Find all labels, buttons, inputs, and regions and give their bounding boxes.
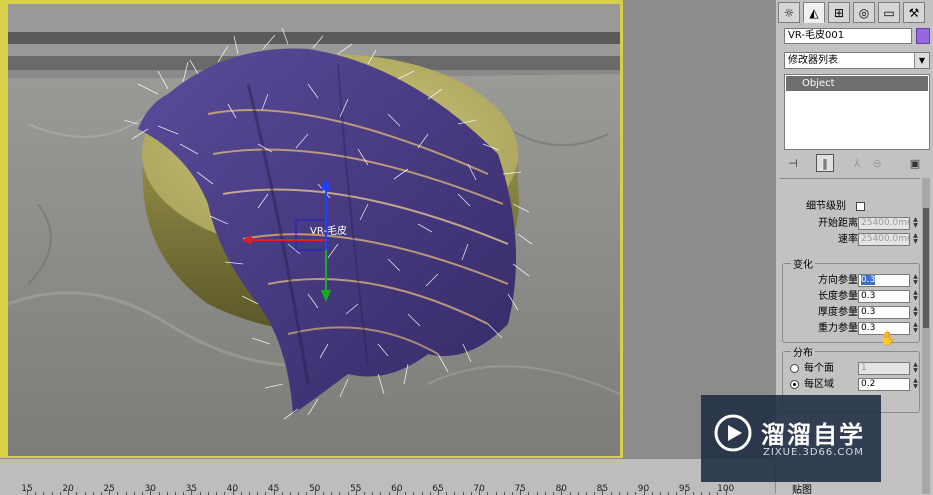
hand-cursor-icon: ✋ <box>879 331 897 347</box>
perspective-viewport[interactable]: VR-毛皮 <box>8 4 620 456</box>
timeline-tick-label: 85 <box>596 484 609 494</box>
lod-checkbox[interactable] <box>856 202 865 211</box>
spinner-arrows-icon[interactable]: ▲ ▼ <box>911 378 920 391</box>
pin-stack-icon[interactable]: ⊣ <box>784 154 802 172</box>
stack-item-object[interactable]: Object <box>786 76 928 91</box>
spinner-arrows-icon[interactable]: ▲ ▼ <box>911 306 920 319</box>
viewport-scene: VR-毛皮 <box>8 4 620 456</box>
start-distance-spinner[interactable]: 25400.0mm <box>858 217 910 230</box>
hierarchy-tab-icon[interactable]: ⊞ <box>828 2 850 23</box>
lod-row: 细节级别 <box>780 199 920 214</box>
direction-row: 方向参量 0.3 ▲ ▼ <box>780 273 920 288</box>
per-face-row: 每个面 1 ▲ ▼ <box>780 361 920 376</box>
timeline-tick-label: 80 <box>555 484 568 494</box>
per-face-label: 每个面 <box>804 363 834 374</box>
play-logo-icon <box>714 414 752 452</box>
chevron-down-icon[interactable]: ▼ <box>914 53 929 68</box>
timeline-tick-label: 95 <box>678 484 691 494</box>
panel-scrollbar[interactable] <box>922 178 930 494</box>
command-panel-tabs: ☼ ◭ ⊞ ◎ ▭ ⚒ <box>778 2 932 24</box>
watermark: 溜溜自学 ZIXUE.3D66.COM <box>701 395 881 482</box>
spinner-arrows-icon[interactable]: ▲ ▼ <box>911 322 920 335</box>
rate-label: 速率 <box>838 234 858 245</box>
direction-label: 方向参量 <box>818 275 858 286</box>
rate-row: 速率 25400.0mm ▲▼ <box>780 232 920 247</box>
scrollbar-thumb[interactable] <box>923 208 929 328</box>
timeline-tick-label: 90 <box>637 484 650 494</box>
length-label: 长度参量 <box>818 291 858 302</box>
timeline-tick-label: 30 <box>144 484 157 494</box>
per-face-radio[interactable] <box>790 364 799 373</box>
gizmo-object-label: VR-毛皮 <box>310 224 347 237</box>
variation-title: 变化 <box>791 256 815 271</box>
object-color-swatch[interactable] <box>916 28 930 44</box>
spinner-arrows-icon[interactable]: ▲ ▼ <box>911 290 920 303</box>
timeline-tick-label: 35 <box>185 484 198 494</box>
timeline-tick-label: 45 <box>267 484 280 494</box>
modifier-list-dropdown[interactable]: 修改器列表 ▼ <box>784 52 930 69</box>
thickness-row: 厚度参量 0.3 ▲ ▼ <box>780 305 920 320</box>
spinner-arrows-icon[interactable]: ▲ ▼ <box>911 233 920 246</box>
per-area-label: 每区域 <box>804 379 834 390</box>
lod-label: 细节级别 <box>806 201 846 212</box>
timeline-tick-label: 75 <box>514 484 526 494</box>
start-distance-row: 开始距离 25400.0mm ▲▼ <box>780 216 920 231</box>
configure-sets-icon[interactable]: ▣ <box>906 154 924 172</box>
per-area-spinner[interactable]: 0.2 <box>858 378 910 391</box>
timeline-tick-label: 40 <box>226 484 239 494</box>
timeline-tick-label: 15 <box>21 484 33 494</box>
timeline-tick-label: 60 <box>391 484 403 494</box>
timeline-tick-label: 100 <box>717 484 735 494</box>
maps-label: 贴图 <box>792 485 812 495</box>
spinner-arrows-icon[interactable]: ▲ ▼ <box>911 217 920 230</box>
length-spinner[interactable]: 0.3 <box>858 290 910 303</box>
watermark-title: 溜溜自学 <box>761 421 865 449</box>
modifier-stack[interactable]: Object <box>784 74 930 150</box>
gravity-row: 重力参量 0.3 ▲ ▼ <box>780 321 920 336</box>
timeline-tick-label: 50 <box>308 484 321 494</box>
create-tab-icon[interactable]: ☼ <box>778 2 800 23</box>
remove-modifier-icon[interactable]: ⊖ <box>868 154 886 172</box>
start-distance-label: 开始距离 <box>818 218 858 229</box>
maps-row: 贴图 <box>780 483 920 495</box>
timeline-tick-label: 55 <box>350 484 362 494</box>
make-unique-icon[interactable]: ⅄ <box>848 154 866 172</box>
timeline-tick-label: 70 <box>473 484 485 494</box>
per-area-radio[interactable] <box>790 380 799 389</box>
direction-value: 0.3 <box>861 275 876 285</box>
viewport-right-area <box>623 0 775 458</box>
motion-tab-icon[interactable]: ◎ <box>853 2 875 23</box>
spinner-arrows-icon[interactable]: ▲ ▼ <box>911 362 920 375</box>
object-name-field[interactable]: VR-毛皮001 <box>784 28 912 44</box>
per-area-row: 每区域 0.2 ▲ ▼ <box>780 377 920 392</box>
show-end-result-icon[interactable]: ‖ <box>816 154 834 172</box>
gravity-label: 重力参量 <box>818 323 858 334</box>
spinner-arrows-icon[interactable]: ▲ ▼ <box>911 274 920 287</box>
distribution-title: 分布 <box>791 344 815 359</box>
watermark-url: ZIXUE.3D66.COM <box>763 447 864 458</box>
timeline-tick-label: 25 <box>103 484 115 494</box>
stack-toolbar: ⊣ ‖ ⅄ ⊖ ▣ <box>784 153 930 173</box>
utilities-tab-icon[interactable]: ⚒ <box>903 2 925 23</box>
modify-tab-icon[interactable]: ◭ <box>803 2 825 23</box>
direction-spinner[interactable]: 0.3 <box>858 274 910 287</box>
length-row: 长度参量 0.3 ▲ ▼ <box>780 289 920 304</box>
display-tab-icon[interactable]: ▭ <box>878 2 900 23</box>
timeline-ruler[interactable]: 15 20 25 30 35 40 45 50 55 60 65 70 75 80 85 90 95 100 <box>0 458 775 495</box>
rate-spinner[interactable]: 25400.0mm <box>858 233 910 246</box>
timeline-tick-label: 65 <box>432 484 444 494</box>
modifier-list-label: 修改器列表 <box>788 55 838 66</box>
per-face-spinner[interactable]: 1 <box>858 362 910 375</box>
thickness-label: 厚度参量 <box>818 307 858 318</box>
thickness-spinner[interactable]: 0.3 <box>858 306 910 319</box>
timeline-tick-label: 20 <box>62 484 74 494</box>
